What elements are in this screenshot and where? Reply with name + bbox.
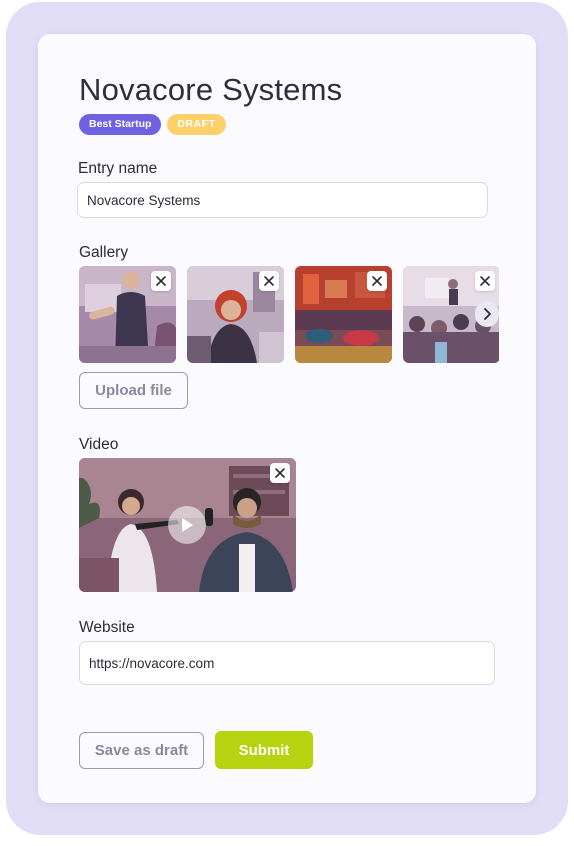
gallery-next-button[interactable] [475,301,499,327]
gallery-label: Gallery [79,244,129,261]
save-draft-button[interactable]: Save as draft [79,732,204,769]
gallery-carousel [79,266,499,364]
category-badge: Best Startup [79,114,162,135]
chevron-right-icon [484,308,491,320]
remove-photo-button[interactable] [151,271,171,291]
remove-photo-button[interactable] [475,271,495,291]
video-label: Video [79,436,119,453]
play-icon [182,518,193,532]
entry-form-card [38,34,536,803]
badge-row: Best Startup DRAFT [79,114,226,135]
close-icon [372,276,382,286]
close-icon [275,468,285,478]
gallery-photo[interactable] [295,266,392,363]
remove-video-button[interactable] [270,463,290,483]
entry-name-label: Entry name [78,160,158,177]
gallery-photo[interactable] [187,266,284,363]
upload-file-button[interactable]: Upload file [79,372,188,409]
close-icon [264,276,274,286]
gallery-photo[interactable] [79,266,176,363]
remove-photo-button[interactable] [367,271,387,291]
page-title: Novacore Systems [79,72,343,107]
remove-photo-button[interactable] [259,271,279,291]
website-label: Website [79,619,135,636]
website-input[interactable] [79,641,495,685]
entry-name-input[interactable] [77,182,488,218]
close-icon [480,276,490,286]
status-badge: DRAFT [167,114,226,135]
close-icon [156,276,166,286]
submit-button[interactable]: Submit [215,731,313,769]
play-button[interactable] [168,506,206,544]
video-preview[interactable] [79,458,296,592]
